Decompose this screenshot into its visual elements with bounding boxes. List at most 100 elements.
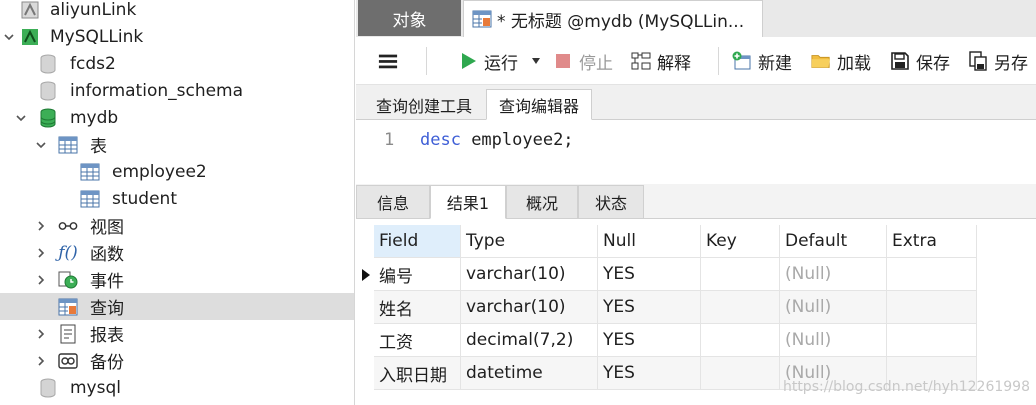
table-cell[interactable] [701, 324, 780, 357]
sql-editor[interactable]: 1 desc employee2; [356, 120, 1036, 184]
tree-item-events[interactable]: 事件 [0, 266, 354, 293]
tree-item-label: student [112, 188, 177, 209]
column-header-null[interactable]: Null [598, 225, 701, 258]
tree-item-mydb[interactable]: mydb [0, 104, 354, 131]
column-header-field[interactable]: Field [374, 225, 461, 258]
table-cell[interactable]: 工资 [374, 324, 461, 357]
save-button[interactable]: 保存 [890, 47, 950, 75]
tree-item-functions[interactable]: ƒ() 函数 [0, 239, 354, 266]
chevron-down-icon[interactable] [34, 138, 48, 152]
table-cell[interactable]: 入职日期 [374, 357, 461, 390]
tree-item-label: MySQLLink [50, 26, 144, 47]
tree-item-student[interactable]: student [0, 185, 354, 212]
chevron-right-icon[interactable] [34, 246, 48, 260]
column-header-default[interactable]: Default [780, 225, 887, 258]
line-number: 1 [384, 130, 395, 150]
stop-button[interactable]: 停止 [553, 47, 613, 75]
table-cell[interactable] [701, 258, 780, 291]
sql-code-line[interactable]: desc employee2; [420, 130, 574, 150]
table-cell[interactable]: (Null) [780, 324, 887, 357]
column-header-type[interactable]: Type [461, 225, 598, 258]
table-icon [80, 189, 100, 209]
current-row-marker-icon [360, 258, 372, 291]
tree-item-mysql[interactable]: mysql [0, 374, 354, 401]
sql-text: employee2; [460, 130, 574, 150]
load-button[interactable]: 加载 [811, 47, 871, 75]
stop-label: 停止 [579, 53, 613, 74]
table-cell[interactable]: decimal(7,2) [461, 324, 598, 357]
database-icon [38, 378, 58, 398]
chevron-down-icon[interactable] [14, 111, 28, 125]
tree-item-label: 查询 [90, 299, 124, 319]
tree-item-mysqllink[interactable]: MySQLLink [0, 23, 354, 50]
tree-item-label: aliyunLink [50, 0, 137, 20]
table-cell[interactable]: (Null) [780, 258, 887, 291]
table-icon [58, 135, 78, 155]
tab-result1[interactable]: 结果1 [430, 185, 506, 219]
document-tab-bar: 对象 * 无标题 @mydb (MySQLLin... [356, 0, 1036, 37]
column-header-extra[interactable]: Extra [887, 225, 977, 258]
tab-objects[interactable]: 对象 [358, 0, 461, 36]
load-label: 加载 [837, 53, 871, 74]
tree-item-label: 事件 [90, 272, 124, 292]
report-icon [58, 324, 78, 344]
tab-status[interactable]: 状态 [578, 185, 644, 219]
stop-icon [553, 51, 573, 71]
tab-profile[interactable]: 概况 [506, 185, 578, 219]
table-cell[interactable]: 姓名 [374, 291, 461, 324]
tree-item-label: mysql [70, 377, 121, 398]
folder-icon [811, 51, 831, 71]
column-header-key[interactable]: Key [701, 225, 780, 258]
table-cell[interactable]: varchar(10) [461, 291, 598, 324]
table-cell[interactable] [701, 291, 780, 324]
chevron-right-icon[interactable] [34, 327, 48, 341]
query-icon [58, 297, 78, 317]
tree-item-information-schema[interactable]: information_schema [0, 77, 354, 104]
table-cell[interactable]: YES [598, 291, 701, 324]
table-cell[interactable]: datetime [461, 357, 598, 390]
tab-query[interactable]: * 无标题 @mydb (MySQLLin... [463, 0, 763, 37]
table-cell[interactable] [887, 324, 977, 357]
tab-query-editor[interactable]: 查询编辑器 [486, 89, 592, 120]
table-cell[interactable]: (Null) [780, 291, 887, 324]
chevron-right-icon[interactable] [34, 273, 48, 287]
table-cell[interactable]: YES [598, 357, 701, 390]
database-icon [38, 81, 58, 101]
tree-item-queries[interactable]: 查询 [0, 293, 354, 320]
table-icon [80, 162, 100, 182]
explain-icon [631, 51, 651, 71]
tree-item-reports[interactable]: 报表 [0, 320, 354, 347]
table-cell[interactable] [887, 291, 977, 324]
table-cell[interactable]: 编号 [374, 258, 461, 291]
dropdown-arrow-icon[interactable] [526, 51, 546, 71]
backup-icon [58, 351, 78, 371]
table-cell[interactable] [887, 258, 977, 291]
chevron-down-icon[interactable] [2, 30, 16, 44]
save-as-button[interactable]: 另存 [968, 47, 1028, 75]
tree-item-backups[interactable]: 备份 [0, 347, 354, 374]
tree-item-employee2[interactable]: employee2 [0, 158, 354, 185]
database-icon [38, 108, 58, 128]
menu-button[interactable] [378, 47, 404, 75]
new-query-icon [732, 51, 752, 71]
chevron-right-icon[interactable] [34, 354, 48, 368]
save-as-label: 另存 [994, 53, 1028, 74]
new-button[interactable]: 新建 [732, 47, 792, 75]
tree-item-fcds2[interactable]: fcds2 [0, 50, 354, 77]
tab-query-builder[interactable]: 查询创建工具 [364, 89, 484, 120]
table-cell[interactable]: YES [598, 324, 701, 357]
table-cell[interactable]: YES [598, 258, 701, 291]
chevron-right-icon[interactable] [34, 219, 48, 233]
table-cell[interactable] [701, 357, 780, 390]
explain-button[interactable]: 解释 [631, 47, 691, 75]
table-cell[interactable]: varchar(10) [461, 258, 598, 291]
tab-info[interactable]: 信息 [356, 185, 430, 219]
result-tab-bar: 信息 结果1 概况 状态 [356, 184, 1036, 219]
tree-item-label: employee2 [112, 161, 207, 182]
tree-item-tables[interactable]: 表 [0, 131, 354, 158]
tree-item-aliyunlink[interactable]: aliyunLink [0, 0, 354, 23]
hamburger-menu-icon [378, 51, 398, 71]
run-button[interactable]: 运行 [458, 47, 546, 75]
tree-item-views[interactable]: 视图 [0, 212, 354, 239]
database-icon [38, 54, 58, 74]
